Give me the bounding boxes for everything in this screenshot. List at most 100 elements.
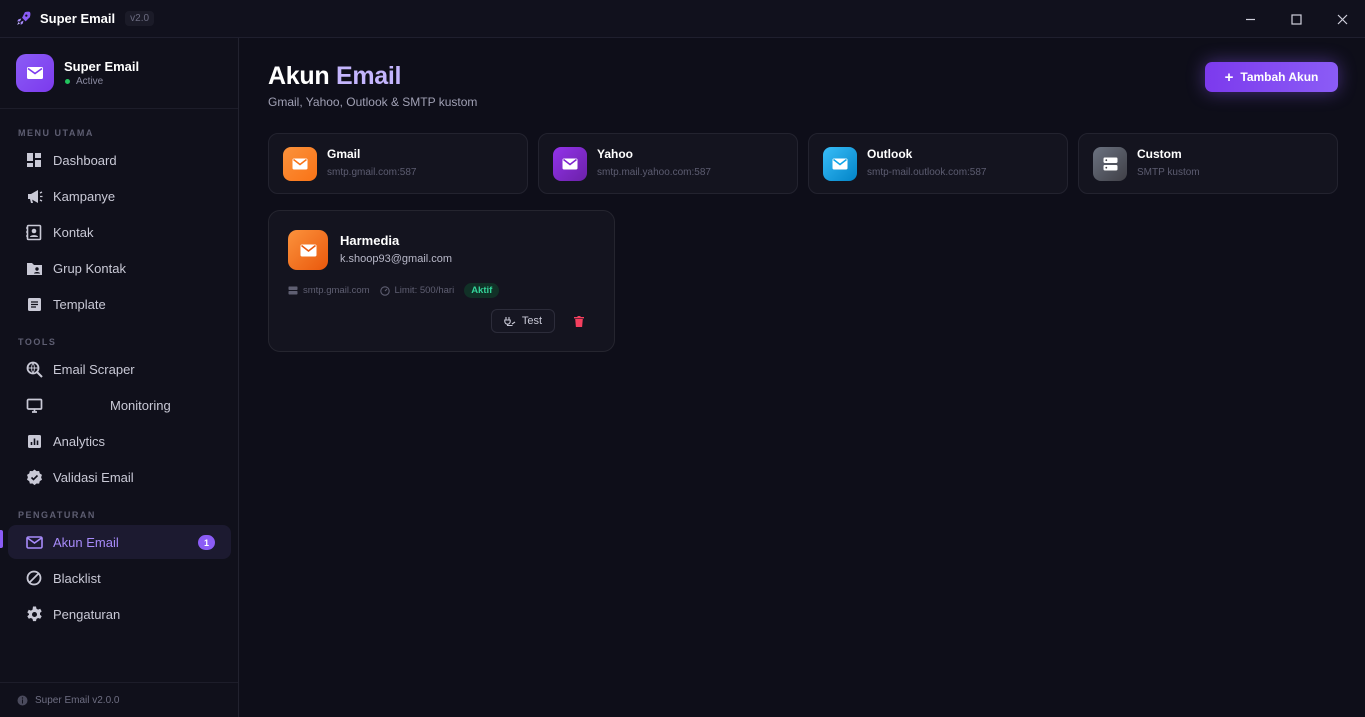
sidebar-item-label: Monitoring	[110, 397, 171, 413]
sidebar-item-label: Template	[53, 296, 106, 312]
brand-name: Super Email	[64, 59, 140, 74]
sidebar-item-label: Pengaturan	[53, 606, 121, 622]
template-icon	[25, 295, 43, 313]
server-icon	[288, 286, 298, 295]
provider-card-outlook[interactable]: Outlook smtp-mail.outlook.com:587	[808, 133, 1068, 194]
maximize-button[interactable]	[1273, 0, 1319, 38]
section-title-pengaturan: PENGATURAN	[18, 510, 96, 520]
app-version-badge: v2.0	[125, 11, 155, 26]
account-host-label: smtp.gmail.com	[303, 285, 370, 296]
page-title-accent: Email	[335, 62, 402, 90]
maximize-icon	[1290, 13, 1302, 25]
provider-card-yahoo[interactable]: Yahoo smtp.mail.yahoo.com:587	[538, 133, 798, 194]
brand-logo	[16, 54, 54, 92]
block-icon	[25, 569, 43, 587]
sidebar-item-label: Akun Email	[53, 534, 119, 550]
mail-icon	[27, 67, 43, 79]
footer-version: Super Email v2.0.0	[35, 695, 120, 706]
plus-icon: +	[1224, 68, 1234, 86]
sidebar-item-grup-kontak[interactable]: Grup Kontak	[8, 251, 231, 285]
sidebar-item-akun-email[interactable]: Akun Email 1	[8, 525, 231, 559]
page-title-part: Akun	[268, 62, 330, 90]
account-email: k.shoop93@gmail.com	[340, 253, 453, 265]
divider	[0, 682, 238, 683]
gear-icon	[25, 605, 43, 623]
provider-card-custom[interactable]: Custom SMTP kustom	[1078, 133, 1338, 194]
dashboard-icon	[25, 151, 43, 169]
server-icon	[1093, 146, 1127, 181]
section-title-tools: TOOLS	[18, 337, 57, 347]
close-button[interactable]	[1319, 0, 1365, 38]
add-account-label: Tambah Akun	[1240, 70, 1319, 84]
provider-card-gmail[interactable]: Gmail smtp.gmail.com:587	[268, 133, 528, 194]
sidebar-item-pengaturan[interactable]: Pengaturan	[8, 597, 231, 631]
minimize-button[interactable]	[1227, 0, 1273, 38]
trash-icon	[574, 315, 584, 327]
add-account-button[interactable]: + Tambah Akun	[1205, 62, 1338, 92]
app-title: Super Email	[40, 11, 116, 26]
sidebar-item-template[interactable]: Template	[8, 287, 231, 321]
megaphone-icon	[25, 187, 43, 205]
account-limit: Limit: 500/hari	[379, 285, 455, 296]
sidebar-item-monitoring[interactable]: Monitoring	[8, 388, 231, 422]
sidebar-item-validasi-email[interactable]: Validasi Email	[8, 460, 231, 494]
sidebar-item-dashboard[interactable]: Dashboard	[8, 143, 231, 177]
page-subtitle: Gmail, Yahoo, Outlook & SMTP kustom	[268, 95, 478, 109]
divider	[0, 108, 238, 109]
delete-button[interactable]	[573, 315, 585, 327]
provider-host: SMTP kustom	[1137, 167, 1200, 178]
sidebar-item-label: Analytics	[53, 433, 106, 449]
analytics-icon	[25, 432, 43, 450]
sidebar-item-blacklist[interactable]: Blacklist	[8, 561, 231, 595]
provider-name: Gmail	[327, 147, 361, 161]
mail-icon	[823, 146, 857, 181]
section-title-menu-utama: MENU UTAMA	[18, 128, 94, 138]
sidebar-item-label: Validasi Email	[53, 469, 134, 485]
account-host: smtp.gmail.com	[288, 285, 370, 296]
sidebar-item-label: Kontak	[53, 224, 94, 240]
provider-name: Yahoo	[597, 147, 634, 161]
mail-icon	[288, 230, 328, 270]
mail-icon	[283, 146, 317, 181]
sidebar-item-email-scraper[interactable]: Email Scraper	[8, 352, 231, 386]
sidebar-item-kampanye[interactable]: Kampanye	[8, 179, 231, 213]
close-icon	[1337, 14, 1347, 24]
sidebar: Super Email Active MENU UTAMA Dashboard …	[0, 38, 239, 717]
plug-icon	[504, 316, 516, 326]
window-controls	[1227, 0, 1365, 38]
brand-status: Active	[64, 76, 139, 87]
monitor-icon	[25, 396, 43, 414]
mail-icon	[553, 146, 587, 181]
provider-name: Custom	[1137, 147, 1182, 161]
main-content: Akun Email Gmail, Yahoo, Outlook & SMTP …	[240, 38, 1365, 717]
test-button[interactable]: Test	[491, 309, 555, 333]
brand-status-label: Active	[76, 76, 104, 87]
folder-user-icon	[25, 259, 43, 277]
sidebar-item-kontak[interactable]: Kontak	[8, 215, 231, 249]
mail-icon	[25, 533, 43, 551]
active-indicator	[0, 530, 3, 548]
title-bar: Super Email v2.0	[0, 0, 1365, 38]
sidebar-item-label: Blacklist	[53, 570, 101, 586]
account-name: Harmedia	[340, 233, 400, 248]
status-dot	[65, 79, 70, 84]
scraper-icon	[25, 360, 43, 378]
sidebar-item-label: Kampanye	[53, 188, 116, 204]
account-card: Harmedia k.shoop93@gmail.com smtp.gmail.…	[268, 210, 615, 352]
brand: Super Email Active	[16, 54, 139, 92]
provider-host: smtp.gmail.com:587	[327, 167, 417, 178]
test-button-label: Test	[521, 315, 543, 327]
gauge-icon	[379, 285, 390, 296]
status-badge: Aktif	[464, 283, 500, 298]
minimize-icon	[1245, 18, 1255, 20]
provider-host: smtp.mail.yahoo.com:587	[597, 167, 711, 178]
sidebar-item-analytics[interactable]: Analytics	[8, 424, 231, 458]
sidebar-item-label: Email Scraper	[53, 361, 135, 377]
count-badge: 1	[198, 535, 215, 550]
provider-host: smtp-mail.outlook.com:587	[867, 167, 987, 178]
provider-name: Outlook	[867, 147, 913, 161]
page-title: Akun Email	[268, 62, 401, 91]
info-icon	[17, 695, 28, 706]
account-limit-label: Limit: 500/hari	[394, 285, 455, 296]
sidebar-footer: Super Email v2.0.0	[17, 695, 120, 706]
